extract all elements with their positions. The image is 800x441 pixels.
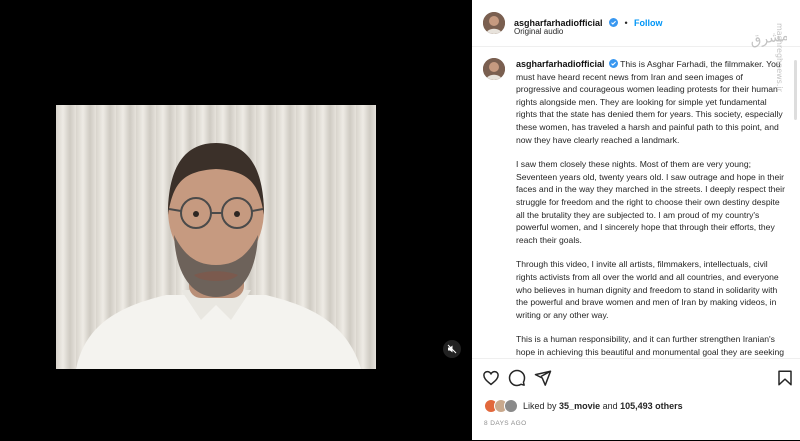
follow-button[interactable]: Follow xyxy=(634,18,663,28)
caption-avatar[interactable] xyxy=(483,58,505,80)
video-player[interactable] xyxy=(56,105,376,369)
likes-prefix: Liked by xyxy=(523,401,557,411)
caption-paragraph-2: I saw them closely these nights. Most of… xyxy=(516,159,785,245)
avatar-image xyxy=(483,12,505,34)
video-frame-image xyxy=(76,143,361,369)
scrollbar[interactable] xyxy=(794,60,797,120)
caption-paragraph-4: This is a human responsibility, and it c… xyxy=(516,334,785,357)
video-area xyxy=(0,0,472,440)
mute-button[interactable] xyxy=(443,340,461,358)
comment-icon[interactable] xyxy=(508,369,526,387)
bookmark-icon[interactable] xyxy=(776,369,794,387)
verified-icon xyxy=(608,59,618,68)
header-separator: • xyxy=(624,18,628,28)
post-actions: Liked by 35_movie and 105,493 others 8 D… xyxy=(472,358,800,441)
liker-avatars[interactable] xyxy=(484,399,518,413)
likes-others[interactable]: 105,493 others xyxy=(620,401,683,411)
caption-username[interactable]: asgharfarhadiofficial xyxy=(516,59,605,69)
post-date[interactable]: 8 DAYS AGO xyxy=(484,420,527,427)
liker-avatar xyxy=(504,399,518,413)
verified-icon xyxy=(608,18,618,27)
likes-line: Liked by 35_movie and 105,493 others xyxy=(484,399,683,413)
watermark-text: mashreghnews.ir xyxy=(775,23,784,93)
heart-icon[interactable] xyxy=(482,369,500,387)
likes-middle: and xyxy=(602,401,618,411)
caption-paragraph-3: Through this video, I invite all artists… xyxy=(516,259,779,320)
watermark-logo: مشرق mashreghnews.ir xyxy=(727,15,789,115)
likes-user[interactable]: 35_movie xyxy=(559,401,600,411)
avatar[interactable] xyxy=(483,12,505,34)
caption-avatar-image xyxy=(483,58,505,80)
share-icon[interactable] xyxy=(534,369,552,387)
mute-icon xyxy=(447,344,457,354)
audio-label[interactable]: Original audio xyxy=(514,27,563,36)
watermark-image: مشرق mashreghnews.ir xyxy=(749,23,789,93)
